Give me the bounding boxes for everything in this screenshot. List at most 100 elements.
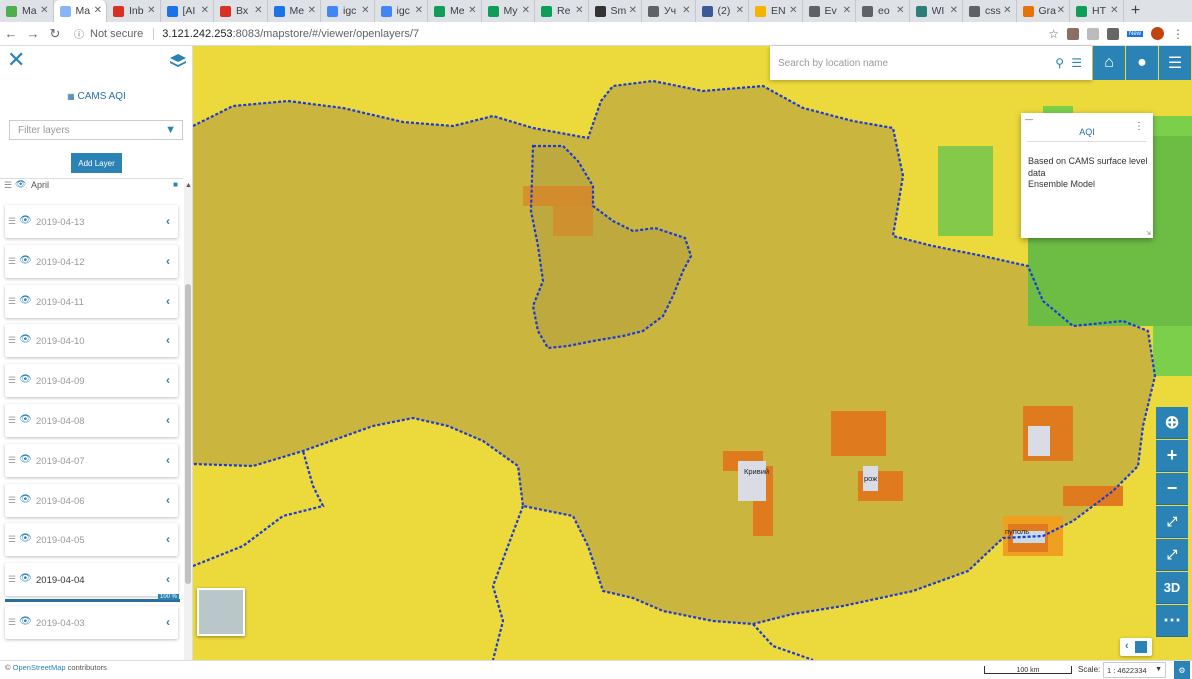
layer-item[interactable]: ☰ 👁 2019-04-13 ‹ — [5, 205, 178, 238]
close-tab-icon[interactable]: ✕ — [361, 5, 369, 16]
new-badge[interactable]: New — [1126, 30, 1143, 37]
new-tab-button[interactable]: + — [1124, 0, 1148, 22]
eye-icon[interactable]: 👁 — [19, 573, 32, 584]
osm-link[interactable]: OpenStreetMap — [13, 663, 66, 672]
toolbar-toggle[interactable]: ‹ — [1120, 638, 1152, 656]
zoom-out-button[interactable]: − — [1156, 473, 1188, 505]
extension-icon[interactable] — [1106, 27, 1119, 40]
eye-slash-icon[interactable]: 👁 — [19, 454, 32, 465]
close-tab-icon[interactable]: ✕ — [629, 5, 637, 16]
close-tab-icon[interactable]: ✕ — [950, 5, 958, 16]
drag-handle-icon[interactable]: ☰ — [8, 256, 16, 267]
chevron-left-icon[interactable]: ‹ — [166, 294, 170, 308]
add-layer-button[interactable]: Add Layer — [71, 153, 122, 173]
eye-slash-icon[interactable]: 👁 — [15, 179, 26, 190]
browser-tab[interactable]: Gra ✕ — [1017, 0, 1070, 22]
layer-group-april[interactable]: ☰ 👁 April ■ — [0, 178, 183, 192]
drag-handle-icon[interactable]: ☰ — [4, 180, 12, 191]
close-tab-icon[interactable]: ✕ — [468, 5, 476, 16]
chevron-left-icon[interactable]: ‹ — [166, 214, 170, 228]
minimize-icon[interactable]: — — [1025, 115, 1033, 124]
chevron-left-icon[interactable]: ‹ — [166, 373, 170, 387]
chevron-left-icon[interactable]: ‹ — [166, 333, 170, 347]
address-bar[interactable]: ⓘ Not secure 3.121.242.253 :8083/mapstor… — [74, 24, 419, 44]
browser-tab[interactable]: Ev ✕ — [803, 0, 856, 22]
footer-toggle-button[interactable]: ⚙ — [1174, 661, 1190, 679]
eye-slash-icon[interactable]: 👁 — [19, 533, 32, 544]
layer-item[interactable]: ☰ 👁 2019-04-03 ‹ — [5, 606, 178, 639]
eye-slash-icon[interactable]: 👁 — [19, 215, 32, 226]
more-vertical-icon[interactable]: ⋮ — [1134, 121, 1144, 132]
reload-icon[interactable]: ↻ — [44, 26, 66, 42]
close-tab-icon[interactable]: ✕ — [147, 5, 155, 16]
aqi-info-panel[interactable]: — AQI ⋮ Based on CAMS surface level data… — [1021, 113, 1153, 238]
drag-handle-icon[interactable]: ☰ — [8, 296, 16, 307]
layer-item[interactable]: ☰ 👁 2019-04-08 ‹ — [5, 404, 178, 437]
opacity-slider[interactable] — [5, 599, 180, 602]
location-search-input[interactable]: Search by location name ⚲ ☰ — [770, 46, 1092, 80]
close-icon[interactable]: ✕ — [7, 49, 25, 71]
eye-slash-icon[interactable]: 👁 — [19, 334, 32, 345]
user-button[interactable]: ● — [1126, 46, 1158, 80]
browser-tab[interactable]: Sm ✕ — [589, 0, 642, 22]
funnel-icon[interactable]: ▼ — [165, 124, 176, 136]
close-tab-icon[interactable]: ✕ — [1003, 5, 1011, 16]
chevron-left-icon[interactable]: ‹ — [166, 453, 170, 467]
close-tab-icon[interactable]: ✕ — [40, 5, 48, 16]
filter-layers-input[interactable]: Filter layers ▼ — [9, 120, 183, 140]
close-tab-icon[interactable]: ✕ — [789, 5, 797, 16]
search-icon[interactable]: ⚲ — [1055, 56, 1064, 70]
sidebar-scrollbar[interactable]: ▲ — [184, 182, 192, 660]
zoom-in-button[interactable]: + — [1156, 440, 1188, 472]
chevron-left-icon[interactable]: ‹ — [166, 615, 170, 629]
burger-menu-button[interactable]: ☰ — [1159, 46, 1191, 80]
search-options-icon[interactable]: ☰ — [1071, 56, 1082, 70]
browser-tab[interactable]: WI ✕ — [910, 0, 963, 22]
close-tab-icon[interactable]: ✕ — [682, 5, 690, 16]
eye-slash-icon[interactable]: 👁 — [19, 494, 32, 505]
layer-item[interactable]: ☰ 👁 2019-04-05 ‹ — [5, 523, 178, 557]
scroll-up-icon[interactable]: ▲ — [185, 182, 192, 189]
browser-tab[interactable]: Уч ✕ — [642, 0, 696, 22]
extension-icon[interactable] — [1066, 27, 1079, 40]
locate-button[interactable]: ⊕ — [1156, 407, 1188, 439]
overview-map-thumbnail[interactable] — [197, 588, 245, 636]
full-extent-button[interactable]: ⤢ — [1156, 506, 1188, 538]
forward-icon[interactable]: → — [22, 26, 44, 41]
eye-slash-icon[interactable]: 👁 — [19, 374, 32, 385]
browser-tab[interactable]: Вх ✕ — [214, 0, 268, 22]
layer-item[interactable]: ☰ 👁 2019-04-07 ‹ — [5, 443, 178, 477]
drag-handle-icon[interactable]: ☰ — [8, 534, 16, 545]
folder-open-icon[interactable]: ■ — [173, 180, 178, 189]
close-tab-icon[interactable]: ✕ — [201, 5, 209, 16]
resize-grip-icon[interactable]: ⇲ — [1146, 230, 1151, 237]
drag-handle-icon[interactable]: ☰ — [8, 375, 16, 386]
layer-item[interactable]: ☰ 👁 2019-04-04 ‹ — [5, 563, 178, 597]
drag-handle-icon[interactable]: ☰ — [8, 617, 16, 628]
close-tab-icon[interactable]: ✕ — [308, 5, 316, 16]
close-tab-icon[interactable]: ✕ — [575, 5, 583, 16]
browser-tab[interactable]: HT ✕ — [1070, 0, 1124, 22]
layer-item[interactable]: ☰ 👁 2019-04-06 ‹ — [5, 483, 178, 517]
browser-tab[interactable]: EN ✕ — [749, 0, 803, 22]
eye-slash-icon[interactable]: 👁 — [19, 616, 32, 627]
browser-tab[interactable]: igc ✕ — [375, 0, 428, 22]
chevron-left-icon[interactable]: ‹ — [166, 254, 170, 268]
layer-item[interactable]: ☰ 👁 2019-04-11 ‹ — [5, 284, 178, 318]
drag-handle-icon[interactable]: ☰ — [8, 574, 16, 585]
layer-item[interactable]: ☰ 👁 2019-04-09 ‹ — [5, 364, 178, 398]
more-button[interactable]: ⋯ — [1156, 605, 1188, 637]
close-tab-icon[interactable]: ✕ — [1057, 5, 1065, 16]
eye-slash-icon[interactable]: 👁 — [19, 414, 32, 425]
extension-icon[interactable] — [1086, 27, 1099, 40]
close-tab-icon[interactable]: ✕ — [522, 5, 530, 16]
3d-button[interactable]: 3D — [1156, 572, 1188, 604]
close-tab-icon[interactable]: ✕ — [896, 5, 904, 16]
chevron-left-icon[interactable]: ‹ — [166, 493, 170, 507]
drag-handle-icon[interactable]: ☰ — [8, 216, 16, 227]
chevron-left-icon[interactable]: ‹ — [166, 532, 170, 546]
close-tab-icon[interactable]: ✕ — [94, 5, 102, 16]
profile-avatar[interactable] — [1151, 27, 1164, 40]
layer-item[interactable]: ☰ 👁 2019-04-10 ‹ — [5, 324, 178, 358]
info-icon[interactable]: ⓘ — [74, 26, 84, 41]
